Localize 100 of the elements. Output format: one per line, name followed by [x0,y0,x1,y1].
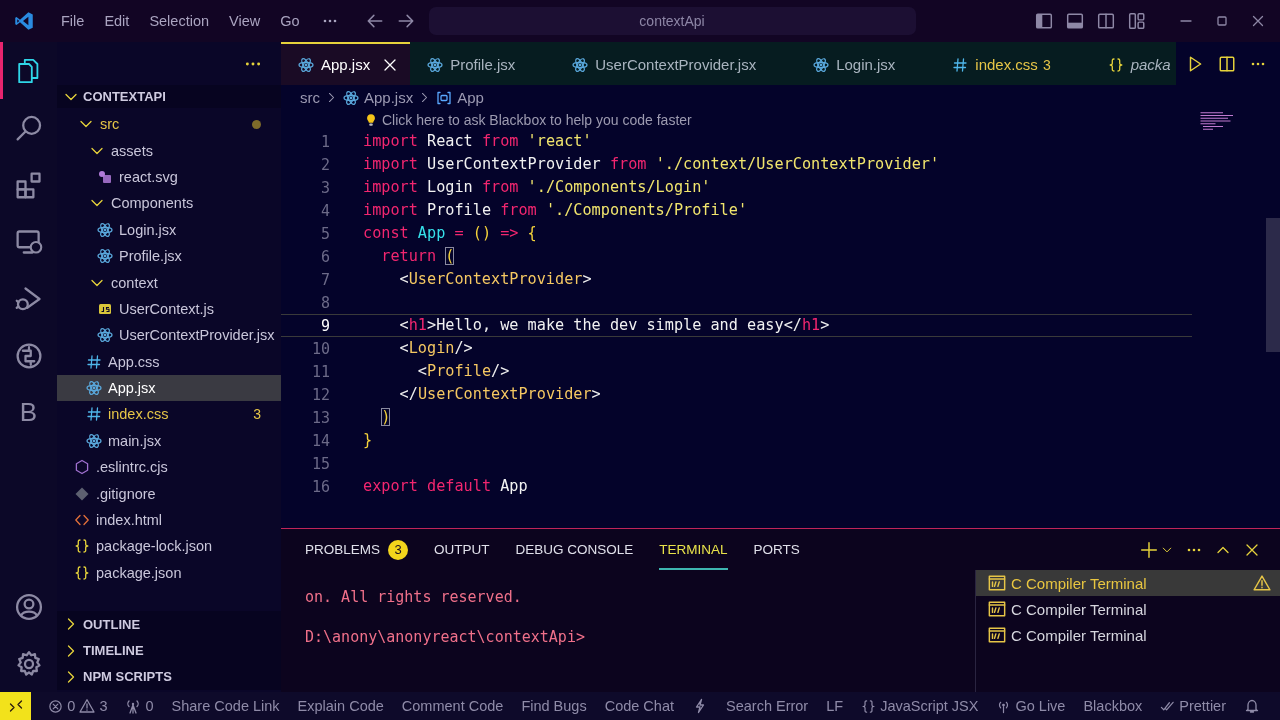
search-field[interactable]: contextApi [428,7,916,35]
status-item[interactable]: Share Code Link [162,698,289,714]
tree-item[interactable]: App.jsx [57,374,281,402]
symbol-icon [436,89,453,106]
status-item[interactable]: Search Error [717,698,818,714]
status-item[interactable]: Go Live [987,698,1075,714]
tree-item[interactable]: package.json [57,559,281,587]
section-header[interactable]: NPM SCRIPTS [57,663,281,690]
problems-status[interactable]: 0 3 [39,698,117,714]
tree-item[interactable]: App.css [57,348,281,375]
account-icon[interactable] [14,592,43,621]
tree-item[interactable]: assets [57,137,281,164]
new-terminal-icon[interactable] [1140,540,1158,559]
terminal-list-item[interactable]: C Compiler Terminal [976,570,1280,596]
atom-icon [343,89,359,106]
code-line: <h1>Hello, we make the dev simple and easy</h1> [398,315,831,336]
line-number: 1 [319,132,330,151]
codelens-link[interactable]: Click here to ask Blackbox to help you code faster [382,112,692,128]
status-item[interactable]: Code Chat [595,698,683,714]
breadcrumb-item[interactable]: App.jsx [343,89,414,106]
panel-toggle-icon[interactable] [1065,12,1084,30]
line-number: 7 [319,270,330,289]
status-item[interactable]: Explain Code [288,698,393,714]
tree-item[interactable]: main.jsx [57,427,281,455]
tree-item[interactable]: package-lock.json [57,533,281,560]
tree-item[interactable]: react.svg [57,163,281,191]
menu-item[interactable]: Selection [139,13,220,29]
editor-tab[interactable]: UserContextProvider.jsx [555,42,797,85]
search-icon[interactable] [14,113,43,142]
tree-item[interactable]: UserContextProvider.jsx [57,322,281,349]
back-arrow-icon[interactable] [365,12,384,30]
status-item[interactable]: Blackbox [1074,698,1152,714]
status-item[interactable]: JavaScript JSX [852,698,988,714]
tree-item[interactable]: src [57,111,281,138]
diamond-icon [74,485,90,502]
breadcrumb-item[interactable]: src [300,89,320,106]
sidebar-toggle-icon[interactable] [1034,12,1053,30]
layout-grid-icon[interactable] [1127,12,1146,30]
line-number: 14 [310,431,330,450]
close-icon[interactable] [1250,13,1266,29]
panel-tab[interactable]: PROBLEMS 3 [305,529,409,570]
terminal-list-item[interactable]: C Compiler Terminal [976,622,1280,648]
menu-item[interactable]: File [51,13,95,29]
antenna-icon [125,698,142,714]
tree-item[interactable]: Profile.jsx [57,242,281,270]
tree-item[interactable]: context [57,269,281,296]
atom-icon [97,248,113,265]
section-header[interactable]: OUTLINE [57,611,281,638]
section-header[interactable]: TIMELINE [57,637,281,664]
atom-icon [86,380,102,397]
code-line: </UserContextProvider> [398,384,602,405]
tree-item[interactable]: index.html [57,506,281,534]
atom-icon [427,56,444,73]
code-line: import React from 'react' [363,131,593,152]
tree-item[interactable]: .eslintrc.cjs [57,454,281,481]
maximize-icon[interactable] [1214,13,1230,29]
run-debug-icon[interactable] [14,284,43,313]
panel-tab[interactable]: PORTS [753,529,800,570]
breadcrumb-item[interactable]: App [436,89,484,106]
panel-tab[interactable]: OUTPUT [434,529,490,570]
code-line: import Profile from './Components/Profile' [363,200,749,221]
extension-letter-icon[interactable]: B [19,397,38,428]
menu-item[interactable]: Go [270,13,310,29]
editor-tab[interactable]: App.jsx [281,42,411,85]
status-item[interactable]: Prettier [1151,698,1236,714]
editor-tab[interactable]: packa [1090,42,1171,85]
globe-icon[interactable] [14,341,43,370]
shapes-icon [97,168,113,185]
editor-tab[interactable]: index.css 3 [935,42,1091,85]
panel-tab[interactable]: DEBUG CONSOLE [515,529,634,570]
forward-arrow-icon[interactable] [396,12,415,30]
hash-icon [86,406,102,423]
line-number: 10 [310,339,330,358]
split-layout-icon[interactable] [1096,12,1115,30]
notification-bell-icon[interactable] [1244,698,1261,714]
editor-tab[interactable]: Profile.jsx [410,42,556,85]
status-item[interactable]: Find Bugs [512,698,596,714]
status-item[interactable]: LF [817,698,853,714]
editor-tab[interactable]: Login.jsx [796,42,936,85]
folder-title: CONTEXTAPI [83,89,166,104]
tree-item[interactable]: index.css 3 [57,401,281,428]
extensions-icon[interactable] [14,170,43,199]
tree-item[interactable]: .gitignore [57,480,281,507]
line-number: 2 [319,155,330,174]
lightbulb-icon [364,113,378,127]
atom-icon [97,221,113,238]
status-item[interactable]: Comment Code [392,698,513,714]
monitor-icon[interactable] [14,227,43,256]
menu-item[interactable]: Edit [94,13,140,29]
terminal-list-item[interactable]: C Compiler Terminal [976,596,1280,622]
tree-item[interactable]: UserContext.js [57,295,281,323]
line-number: 4 [319,201,330,220]
remote-button[interactable] [0,692,32,720]
settings-icon[interactable] [14,649,43,678]
tree-item[interactable]: Components [57,190,281,217]
split-editor-icon[interactable] [1218,54,1236,73]
panel-tab[interactable]: TERMINAL [659,529,728,570]
menu-item[interactable]: View [219,13,271,29]
ports-status[interactable]: 0 [116,698,163,714]
tree-item[interactable]: Login.jsx [57,216,281,243]
